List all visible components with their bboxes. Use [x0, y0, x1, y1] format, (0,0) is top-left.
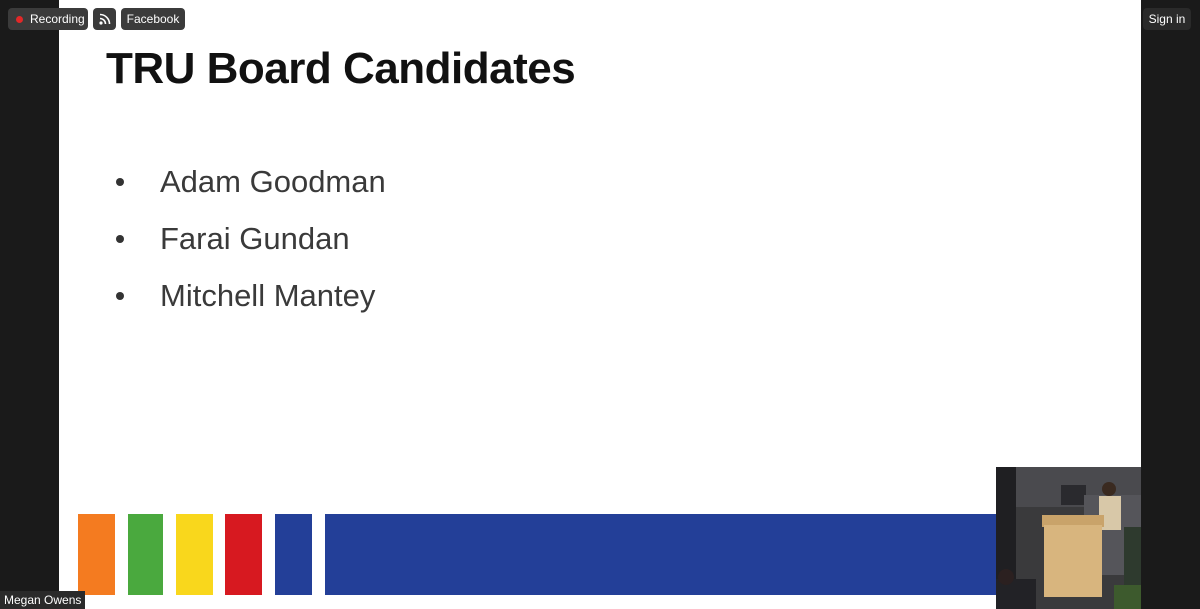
rss-icon — [98, 13, 110, 25]
candidate-name: Adam Goodman — [160, 163, 386, 199]
list-item: Mitchell Mantey — [116, 267, 386, 324]
rss-button[interactable] — [93, 8, 116, 30]
participant-name-tag: Megan Owens — [0, 591, 86, 609]
meeting-screen: TRU Board Candidates Adam Goodman Farai … — [0, 0, 1200, 609]
speaker-video-thumbnail[interactable] — [996, 467, 1141, 609]
sign-in-button[interactable]: Sign in — [1143, 8, 1191, 30]
blue-stripe — [275, 514, 312, 595]
sign-in-label: Sign in — [1148, 12, 1186, 26]
facebook-button[interactable]: Facebook — [121, 8, 185, 30]
list-item: Farai Gundan — [116, 210, 386, 267]
red-stripe — [225, 514, 262, 595]
bullet-icon — [116, 291, 124, 300]
list-item: Adam Goodman — [116, 153, 386, 210]
speaker-video-image — [996, 467, 1141, 609]
candidate-name: Farai Gundan — [160, 220, 350, 256]
bullet-icon — [116, 177, 124, 186]
candidate-name: Mitchell Mantey — [160, 277, 376, 313]
slide-title: TRU Board Candidates — [106, 44, 576, 93]
yellow-stripe — [176, 514, 213, 595]
orange-stripe — [78, 514, 115, 595]
shared-slide: TRU Board Candidates Adam Goodman Farai … — [59, 0, 1141, 609]
recording-dot-icon — [16, 15, 23, 23]
recording-label: Recording — [30, 12, 85, 26]
bullet-icon — [116, 234, 124, 243]
candidate-list: Adam Goodman Farai Gundan Mitchell Mante… — [116, 153, 386, 324]
facebook-label: Facebook — [126, 12, 180, 26]
recording-indicator[interactable]: Recording — [8, 8, 88, 30]
green-stripe — [128, 514, 163, 595]
